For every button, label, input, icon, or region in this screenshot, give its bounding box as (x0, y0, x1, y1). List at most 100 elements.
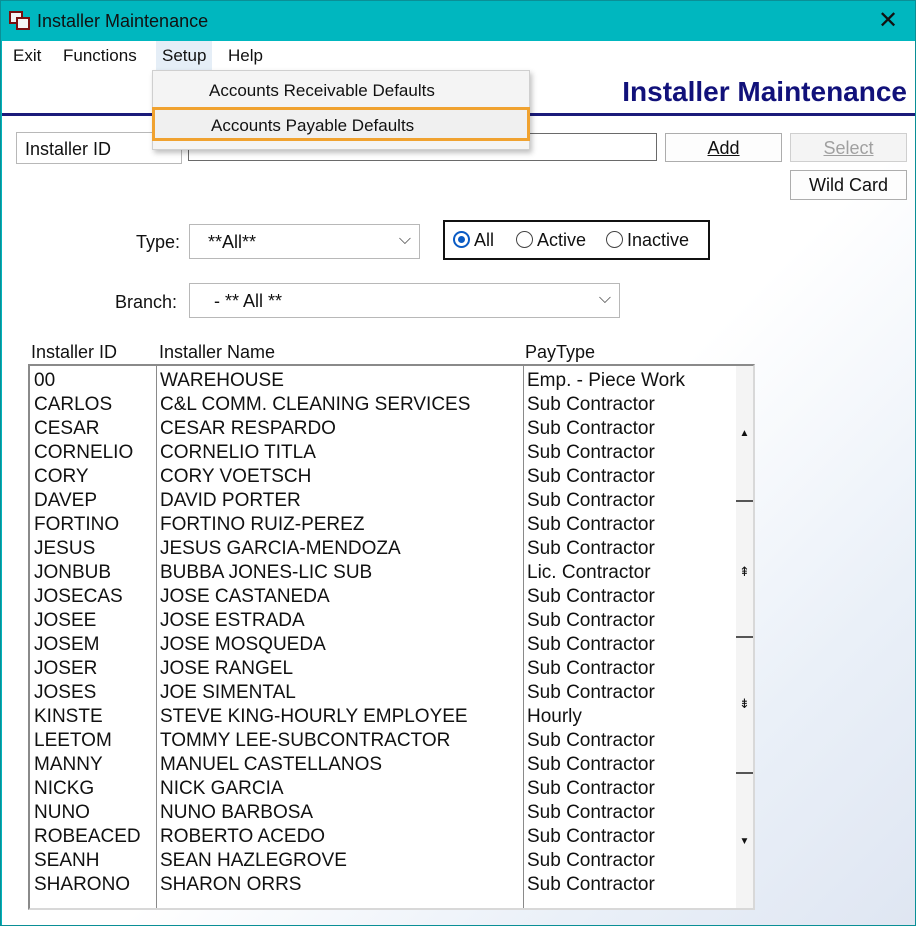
table-row[interactable]: LEETOM TOMMY LEE-SUBCONTRACTOR Sub Contrac… (30, 728, 738, 752)
cell-installer-id: FORTINO (34, 514, 120, 535)
table-row[interactable]: JONBUB BUBBA JONES-LIC SUB Lic. Contractor (30, 560, 738, 584)
cell-paytype: Sub Contractor (527, 802, 655, 823)
cell-installer-id: JOSECAS (34, 586, 123, 607)
cell-installer-id: JOSEE (34, 610, 97, 631)
table-row[interactable]: JOSES JOE SIMENTAL Sub Contractor (30, 680, 738, 704)
table-row[interactable]: JOSER JOSE RANGEL Sub Contractor (30, 656, 738, 680)
col-header-installer-id[interactable]: Installer ID (31, 342, 117, 363)
table-row[interactable]: CARLOS C&L COMM. CLEANING SERVICES Sub Con… (30, 392, 738, 416)
status-radio-group: All Active Inactive (443, 220, 710, 260)
cell-installer-id: CARLOS (34, 394, 113, 415)
scroll-up-icon[interactable]: ▲ (738, 428, 751, 439)
menu-exit[interactable]: Exit (13, 46, 41, 66)
branch-label: Branch: (115, 292, 178, 312)
table-row[interactable]: SHARONO SHARON ORRS Sub Contractor (30, 872, 738, 896)
chevron-down-icon: ⌵ (398, 231, 411, 248)
cell-installer-id: CESAR (34, 418, 100, 439)
menu-functions[interactable]: Functions (63, 46, 137, 66)
radio-inactive[interactable]: Inactive (606, 230, 689, 251)
cell-installer-id: 00 (34, 370, 56, 391)
cell-installer-id: KINSTE (34, 706, 103, 727)
add-button[interactable]: Add (665, 133, 782, 162)
list-scrollbar[interactable]: ▲ ⇞ ⇟ ▼ (736, 366, 753, 908)
wildcard-button[interactable]: Wild Card (790, 170, 907, 200)
page-title: Installer Maintenance (622, 76, 907, 107)
cell-paytype: Lic. Contractor (527, 562, 651, 583)
col-header-installer-name[interactable]: Installer Name (159, 342, 275, 363)
cell-paytype: Sub Contractor (527, 442, 655, 463)
table-row[interactable]: ROBEACED ROBERTO ACEDO Sub Contractor (30, 824, 738, 848)
cell-paytype: Sub Contractor (527, 682, 655, 703)
table-row[interactable]: CESAR CESAR RESPARDO Sub Contractor (30, 416, 738, 440)
table-row[interactable]: NICKG NICK GARCIA Sub Contractor (30, 776, 738, 800)
cell-paytype: Sub Contractor (527, 586, 655, 607)
radio-selected-icon (453, 231, 470, 248)
cell-installer-name: JOSE MOSQUEDA (160, 634, 326, 655)
cell-paytype: Sub Contractor (527, 490, 655, 511)
menu-setup[interactable]: Setup (156, 41, 213, 70)
table-row[interactable]: JOSEM JOSE MOSQUEDA Sub Contractor (30, 632, 738, 656)
table-row[interactable]: CORNELIO CORNELIO TITLA Sub Contractor (30, 440, 738, 464)
installer-list[interactable]: 00 WAREHOUSE Emp. - Piece Work CARLOS C&L CO… (28, 364, 755, 910)
cell-installer-name: JOSE RANGEL (160, 658, 294, 679)
cell-installer-id: NICKG (34, 778, 95, 799)
scroll-divider (736, 500, 753, 502)
cell-paytype: Hourly (527, 706, 582, 727)
table-row[interactable]: KINSTE STEVE KING-HOURLY EMPLOYEE Hourly (30, 704, 738, 728)
client-area: Installer Maintenance Installer ID ⌵ Add… (2, 70, 915, 925)
table-row[interactable]: JESUS JESUS GARCIA-MENDOZA Sub Contractor (30, 536, 738, 560)
search-field-value: Installer ID (25, 139, 112, 159)
cell-installer-id: CORY (34, 466, 89, 487)
close-button[interactable]: ✕ (873, 7, 903, 35)
cell-installer-id: JESUS (34, 538, 96, 559)
cell-installer-name: CORY VOETSCH (160, 466, 312, 487)
cell-installer-name: STEVE KING-HOURLY EMPLOYEE (160, 706, 468, 727)
cell-paytype: Sub Contractor (527, 610, 655, 631)
cell-installer-name: MANUEL CASTELLANOS (160, 754, 383, 775)
select-button[interactable]: Select (790, 133, 907, 162)
branch-select[interactable]: - ** All ** ⌵ (189, 283, 620, 318)
page-up-icon[interactable]: ⇞ (738, 564, 751, 580)
cell-installer-id: CORNELIO (34, 442, 134, 463)
cell-paytype: Sub Contractor (527, 778, 655, 799)
table-row[interactable]: NUNO NUNO BARBOSA Sub Contractor (30, 800, 738, 824)
table-row[interactable]: CORY CORY VOETSCH Sub Contractor (30, 464, 738, 488)
cell-installer-name: JOSE ESTRADA (160, 610, 305, 631)
menu-item-ar-defaults[interactable]: Accounts Receivable Defaults (153, 73, 529, 107)
menu-help[interactable]: Help (228, 46, 263, 66)
cell-paytype: Sub Contractor (527, 538, 655, 559)
col-header-paytype[interactable]: PayType (525, 342, 595, 363)
cell-installer-id: JOSER (34, 658, 98, 679)
table-row[interactable]: JOSEE JOSE ESTRADA Sub Contractor (30, 608, 738, 632)
cell-paytype: Sub Contractor (527, 514, 655, 535)
cell-installer-name: NICK GARCIA (160, 778, 284, 799)
table-row[interactable]: SEANH SEAN HAZLEGROVE Sub Contractor (30, 848, 738, 872)
scroll-down-icon[interactable]: ▼ (738, 836, 751, 847)
table-row[interactable]: JOSECAS JOSE CASTANEDA Sub Contractor (30, 584, 738, 608)
cell-installer-name: TOMMY LEE-SUBCONTRACTOR (160, 730, 451, 751)
cell-installer-id: NUNO (34, 802, 90, 823)
cell-installer-name: FORTINO RUIZ-PEREZ (160, 514, 365, 535)
cell-installer-id: JOSEM (34, 634, 100, 655)
radio-all[interactable]: All (453, 230, 494, 251)
cell-installer-name: JOE SIMENTAL (160, 682, 296, 703)
page-down-icon[interactable]: ⇟ (738, 696, 751, 712)
cell-paytype: Sub Contractor (527, 394, 655, 415)
cell-installer-id: MANNY (34, 754, 103, 775)
cell-installer-name: ROBERTO ACEDO (160, 826, 326, 847)
table-row[interactable]: MANNY MANUEL CASTELLANOS Sub Contractor (30, 752, 738, 776)
cell-installer-name: C&L COMM. CLEANING SERVICES (160, 394, 471, 415)
table-row[interactable]: 00 WAREHOUSE Emp. - Piece Work (30, 368, 738, 392)
cell-installer-id: JONBUB (34, 562, 112, 583)
table-row[interactable]: FORTINO FORTINO RUIZ-PEREZ Sub Contractor (30, 512, 738, 536)
cell-installer-name: CESAR RESPARDO (160, 418, 336, 439)
table-row[interactable]: DAVEP DAVID PORTER Sub Contractor (30, 488, 738, 512)
menu-item-ap-defaults[interactable]: Accounts Payable Defaults (152, 107, 530, 141)
type-select[interactable]: **All** ⌵ (189, 224, 420, 259)
cell-installer-id: SHARONO (34, 874, 131, 895)
radio-active[interactable]: Active (516, 230, 586, 251)
cell-installer-name: SEAN HAZLEGROVE (160, 850, 347, 871)
type-value: **All** (208, 232, 257, 252)
cell-paytype: Sub Contractor (527, 418, 655, 439)
cell-paytype: Sub Contractor (527, 850, 655, 871)
